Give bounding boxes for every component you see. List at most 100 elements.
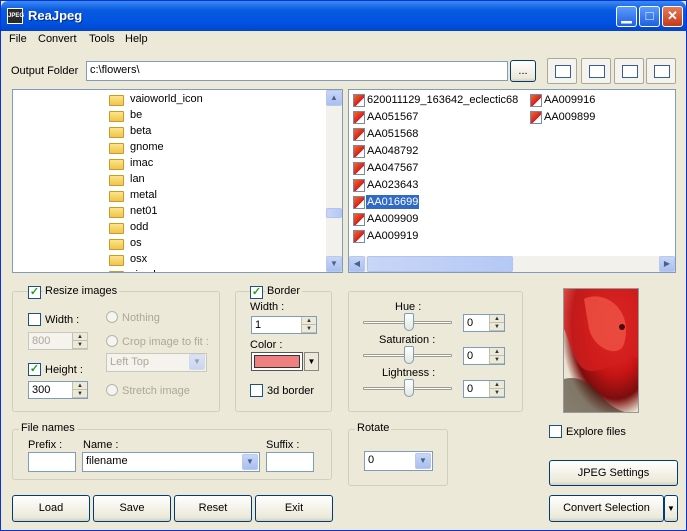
tree-item[interactable]: os	[130, 237, 142, 249]
folder-tree[interactable]: vaioworld_icon be beta gnome imac lan me…	[12, 89, 343, 273]
menu-help[interactable]: Help	[125, 33, 148, 45]
lightness-spinner[interactable]: ▲ ▼	[489, 381, 504, 397]
tree-item[interactable]: metal	[130, 189, 157, 201]
spin-up-icon[interactable]: ▲	[490, 381, 504, 389]
saturation-spinner[interactable]: ▲ ▼	[489, 348, 504, 364]
chevron-down-icon[interactable]: ▼	[242, 454, 258, 470]
spin-down-icon[interactable]: ▼	[490, 323, 504, 331]
spin-up-icon[interactable]: ▲	[490, 315, 504, 323]
width-checkbox[interactable]	[28, 313, 41, 326]
menu-file[interactable]: File	[9, 33, 27, 45]
tree-item[interactable]: gnome	[130, 141, 164, 153]
name-select[interactable]: filename	[82, 452, 260, 472]
tree-scrollbar[interactable]: ▲ ▼	[326, 90, 342, 272]
list-view-button[interactable]	[581, 58, 611, 84]
file-item[interactable]: 620011129_163642_eclectic68	[367, 94, 518, 106]
nothing-radio[interactable]	[106, 311, 118, 323]
file-item-selected[interactable]: AA016699	[366, 195, 420, 209]
chevron-down-icon[interactable]: ▼	[189, 354, 205, 370]
save-button[interactable]: Save	[93, 495, 171, 522]
convert-selection-button[interactable]: Convert Selection	[549, 495, 664, 522]
height-spinner[interactable]: ▲ ▼	[72, 382, 87, 398]
spin-down-icon[interactable]: ▼	[302, 325, 316, 333]
tree-item[interactable]: be	[130, 109, 142, 121]
exit-button[interactable]: Exit	[255, 495, 333, 522]
folder-icon	[109, 159, 124, 170]
maximize-button[interactable]: □	[639, 6, 660, 27]
explore-files-checkbox[interactable]	[549, 425, 562, 438]
border-width-spinner[interactable]: ▲ ▼	[301, 317, 316, 333]
tree-item[interactable]: imac	[130, 157, 153, 169]
file-item[interactable]: AA051568	[367, 128, 418, 140]
chevron-down-icon[interactable]: ▼	[415, 453, 431, 469]
saturation-slider-thumb[interactable]	[404, 346, 414, 364]
tree-item[interactable]: lan	[130, 173, 145, 185]
width-spinner[interactable]: ▲ ▼	[72, 333, 87, 349]
file-list-scrollbar[interactable]: ◀ ▶	[349, 256, 675, 272]
file-list[interactable]: 620011129_163642_eclectic68 AA051567 AA0…	[348, 89, 676, 273]
scroll-left-icon[interactable]: ◀	[349, 256, 365, 272]
tree-scroll-thumb[interactable]	[326, 208, 342, 218]
file-item[interactable]: AA009919	[367, 230, 418, 242]
suffix-input[interactable]	[266, 452, 314, 472]
explore-files-label: Explore files	[566, 426, 626, 438]
border-color-picker[interactable]	[251, 352, 303, 371]
menu-convert[interactable]: Convert	[38, 33, 77, 45]
spin-down-icon[interactable]: ▼	[490, 389, 504, 397]
spin-down-icon[interactable]: ▼	[73, 341, 87, 349]
jpeg-settings-button[interactable]: JPEG Settings	[549, 460, 678, 486]
spin-up-icon[interactable]: ▲	[73, 333, 87, 341]
output-folder-input[interactable]: c:\flowers\	[86, 61, 508, 81]
border-group-label: Border	[265, 285, 303, 297]
spin-up-icon[interactable]: ▲	[302, 317, 316, 325]
prefix-input[interactable]	[28, 452, 76, 472]
tree-item[interactable]: osx	[130, 253, 147, 265]
tree-item[interactable]: beta	[130, 125, 151, 137]
load-button[interactable]: Load	[12, 495, 90, 522]
color-dropdown-icon[interactable]: ▼	[304, 352, 319, 371]
thumbnail-view-button[interactable]	[646, 58, 676, 84]
3d-border-checkbox[interactable]	[250, 384, 263, 397]
scroll-up-icon[interactable]: ▲	[326, 90, 342, 106]
tree-item[interactable]: simple	[130, 269, 162, 272]
browse-button[interactable]: ...	[510, 60, 536, 82]
file-list-scroll-thumb[interactable]	[367, 256, 513, 272]
spin-up-icon[interactable]: ▲	[73, 382, 87, 390]
title-bar[interactable]: JPEG ReaJpeg ▁ □ ✕	[1, 1, 686, 31]
tree-item[interactable]: odd	[130, 221, 148, 233]
file-item[interactable]: AA009899	[544, 111, 595, 123]
folder-icon	[109, 191, 124, 202]
close-button[interactable]: ✕	[662, 6, 683, 27]
height-checkbox[interactable]: ✓	[28, 363, 41, 376]
minimize-button[interactable]: ▁	[616, 6, 637, 27]
details-view-button[interactable]	[547, 58, 577, 84]
spin-up-icon[interactable]: ▲	[490, 348, 504, 356]
file-item[interactable]: AA023643	[367, 179, 418, 191]
lightness-label: Lightness :	[382, 367, 436, 379]
lightness-slider-thumb[interactable]	[404, 379, 414, 397]
stretch-radio[interactable]	[106, 384, 118, 396]
border-checkbox[interactable]: ✓	[250, 286, 263, 299]
file-item[interactable]: AA009909	[367, 213, 418, 225]
name-label: Name :	[83, 439, 119, 451]
convert-options-dropdown[interactable]: ▼	[664, 495, 678, 522]
tree-item[interactable]: vaioworld_icon	[130, 93, 203, 105]
folder-icon	[109, 175, 124, 186]
scroll-down-icon[interactable]: ▼	[326, 256, 342, 272]
scroll-right-icon[interactable]: ▶	[659, 256, 675, 272]
hue-slider-thumb[interactable]	[404, 313, 414, 331]
crop-radio[interactable]	[106, 335, 118, 347]
menu-tools[interactable]: Tools	[89, 33, 115, 45]
file-item[interactable]: AA048792	[367, 145, 418, 157]
spin-down-icon[interactable]: ▼	[490, 356, 504, 364]
resize-images-checkbox[interactable]: ✓	[28, 286, 41, 299]
file-item[interactable]: AA051567	[367, 111, 418, 123]
reset-button[interactable]: Reset	[174, 495, 252, 522]
spin-down-icon[interactable]: ▼	[73, 390, 87, 398]
file-item[interactable]: AA009916	[544, 94, 595, 106]
tree-item[interactable]: net01	[130, 205, 158, 217]
small-icons-view-icon	[622, 65, 638, 78]
hue-spinner[interactable]: ▲ ▼	[489, 315, 504, 331]
small-icons-view-button[interactable]	[614, 58, 644, 84]
file-item[interactable]: AA047567	[367, 162, 418, 174]
